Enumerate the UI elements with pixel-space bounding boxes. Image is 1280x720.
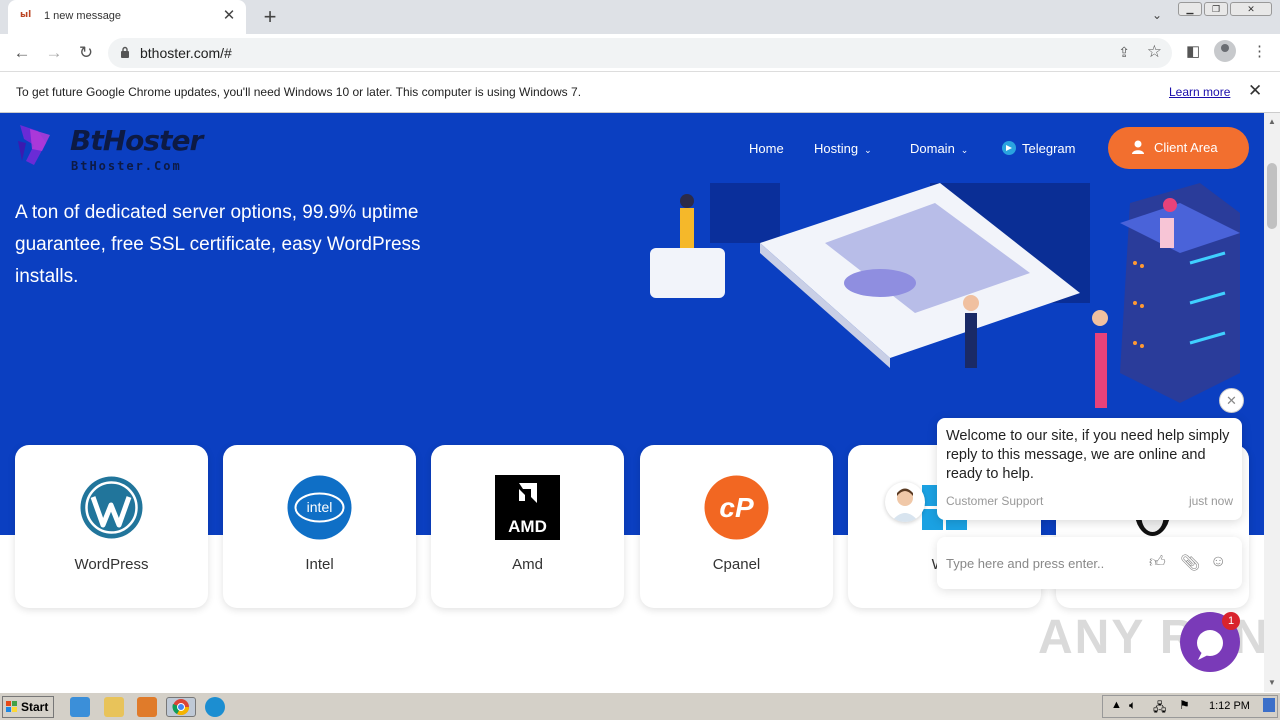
chat-launcher-button[interactable]: 1	[1180, 612, 1240, 672]
emoji-icon[interactable]: ☺	[1210, 553, 1226, 571]
chrome-icon	[172, 699, 190, 716]
card-label: Amd	[512, 556, 543, 573]
chrome-taskbar-button[interactable]	[166, 697, 196, 717]
card-label: Intel	[305, 556, 334, 573]
web-page: BtHoster BtHoster.Com Home Hosting ⌄ Doma…	[0, 113, 1264, 692]
chat-sender: Customer Support	[946, 494, 1044, 508]
nav-home[interactable]: Home	[749, 141, 784, 156]
chat-message-bubble[interactable]: Welcome to our site, if you need help si…	[937, 418, 1242, 520]
browser-tab[interactable]: ыl 1 new message ✕	[8, 0, 246, 34]
windows-flag-icon	[6, 701, 17, 712]
start-button[interactable]: Start	[2, 696, 54, 718]
scroll-down-arrow-icon[interactable]: ▼	[1268, 678, 1276, 687]
side-panel-icon[interactable]: ◧	[1186, 42, 1200, 60]
back-arrow-icon[interactable]: ←	[11, 42, 33, 64]
reload-icon[interactable]: ↻	[75, 42, 97, 64]
system-tray: ▲ 🔈︎ 🖧 ⚑ 1:12 PM	[1102, 695, 1278, 718]
scroll-thumb[interactable]	[1267, 163, 1277, 229]
share-icon[interactable]: ⇪	[1118, 44, 1130, 61]
cpanel-logo-icon: cP	[704, 475, 769, 540]
svg-text:cP: cP	[719, 492, 754, 523]
taskbar-clock[interactable]: 1:12 PM	[1209, 700, 1250, 712]
logo-name: BtHoster	[70, 124, 203, 157]
card-label: WordPress	[74, 556, 149, 573]
learn-more-link[interactable]: Learn more	[1169, 85, 1230, 99]
amd-logo-icon: AMD	[495, 475, 560, 540]
nav-domain-label: Domain	[910, 141, 955, 156]
infobar-close-icon[interactable]: ✕	[1248, 81, 1262, 101]
window-close-button[interactable]: ✕	[1230, 2, 1272, 16]
tab-search-chevron-icon[interactable]: ⌄	[1152, 8, 1162, 22]
forward-arrow-icon[interactable]: →	[43, 42, 65, 64]
chat-close-button[interactable]: ✕	[1219, 388, 1244, 413]
minimize-button[interactable]: ▁	[1178, 2, 1202, 16]
chat-time: just now	[1188, 494, 1233, 508]
chat-message-input[interactable]	[946, 553, 1136, 573]
menu-kebab-icon[interactable]: ⋮	[1252, 42, 1267, 60]
window-controls: ▁ ❐ ✕	[1178, 2, 1272, 18]
thumbs-up-icon[interactable]: 👍︎	[1149, 553, 1166, 572]
feature-card-wordpress[interactable]: WordPress	[15, 445, 208, 608]
restore-button[interactable]: ❐	[1204, 2, 1228, 16]
chat-input-panel: 👍︎ 📎︎ ☺	[937, 537, 1242, 589]
browser-tab-strip: ыl 1 new message ✕ + ⌄ ▁ ❐ ✕	[0, 0, 1280, 34]
feature-card-intel[interactable]: intel Intel	[223, 445, 416, 608]
feature-card-cpanel[interactable]: cP Cpanel	[640, 445, 833, 608]
show-desktop-icon[interactable]	[1263, 698, 1275, 712]
screen: ыl 1 new message ✕ + ⌄ ▁ ❐ ✕ ← → ↻ bthos…	[0, 0, 1280, 720]
svg-text:AMD: AMD	[508, 517, 547, 536]
nav-telegram[interactable]: Telegram	[1002, 141, 1075, 156]
site-logo[interactable]: BtHoster BtHoster.Com	[14, 119, 214, 173]
edge-icon[interactable]	[205, 697, 225, 717]
chat-message-text: Welcome to our site, if you need help si…	[946, 428, 1230, 482]
bookmark-star-icon[interactable]: ☆	[1147, 42, 1162, 62]
logo-subtitle: BtHoster.Com	[71, 159, 182, 173]
agent-avatar-icon	[891, 488, 919, 522]
hero-tagline: A ton of dedicated server options, 99.9%…	[15, 202, 421, 287]
address-bar[interactable]: bthoster.com/# ⇪ ☆	[108, 38, 1172, 68]
profile-avatar-icon[interactable]	[1214, 40, 1236, 62]
nav-hosting-label: Hosting	[814, 141, 859, 156]
windows-taskbar: Start ▲ 🔈︎ 🖧 ⚑ 1:12 PM	[0, 692, 1280, 720]
client-area-label: Client Area	[1154, 140, 1218, 155]
telegram-icon	[1002, 141, 1016, 155]
hero-illustration	[650, 183, 1240, 408]
action-center-flag-icon[interactable]: ⚑	[1179, 698, 1190, 712]
nav-domain[interactable]: Domain ⌄	[910, 141, 968, 156]
attachment-icon[interactable]: 📎︎	[1180, 553, 1200, 573]
page-scrollbar[interactable]: ▲ ▼	[1264, 113, 1280, 692]
logo-mark-icon	[18, 125, 50, 165]
svg-text:intel: intel	[307, 499, 333, 515]
nav-telegram-label: Telegram	[1022, 141, 1076, 156]
intel-logo-icon: intel	[287, 475, 352, 540]
update-infobar: To get future Google Chrome updates, you…	[0, 72, 1280, 113]
chevron-down-icon: ⌄	[864, 145, 872, 155]
nav-hosting[interactable]: Hosting ⌄	[814, 141, 872, 156]
user-icon	[1132, 140, 1144, 154]
feature-card-amd[interactable]: AMD Amd	[431, 445, 624, 608]
network-icon[interactable]: 🖧	[1153, 698, 1166, 719]
infobar-message: To get future Google Chrome updates, you…	[16, 85, 582, 99]
card-label: Cpanel	[712, 556, 761, 573]
tab-favicon-icon: ыl	[20, 10, 32, 20]
support-agent-avatar	[885, 482, 925, 522]
file-explorer-icon[interactable]	[104, 697, 124, 717]
internet-explorer-icon[interactable]	[70, 697, 90, 717]
media-player-icon[interactable]	[137, 697, 157, 717]
client-area-button[interactable]: Client Area	[1108, 127, 1249, 169]
url-text[interactable]: bthoster.com/#	[140, 45, 232, 61]
browser-toolbar: ← → ↻ bthoster.com/# ⇪ ☆ ◧ ⋮	[0, 34, 1280, 72]
unread-badge: 1	[1222, 612, 1240, 630]
tray-arrow-icon[interactable]: ▲	[1111, 699, 1122, 711]
tab-title: 1 new message	[44, 10, 122, 22]
volume-icon[interactable]: 🔈︎	[1129, 698, 1136, 713]
start-label: Start	[21, 700, 49, 714]
new-tab-button[interactable]: +	[258, 5, 282, 29]
tab-close-icon[interactable]: ✕	[220, 7, 238, 25]
scroll-up-arrow-icon[interactable]: ▲	[1268, 117, 1276, 126]
chevron-down-icon: ⌄	[960, 145, 969, 155]
lock-icon	[121, 46, 129, 58]
wordpress-logo-icon	[80, 476, 143, 539]
